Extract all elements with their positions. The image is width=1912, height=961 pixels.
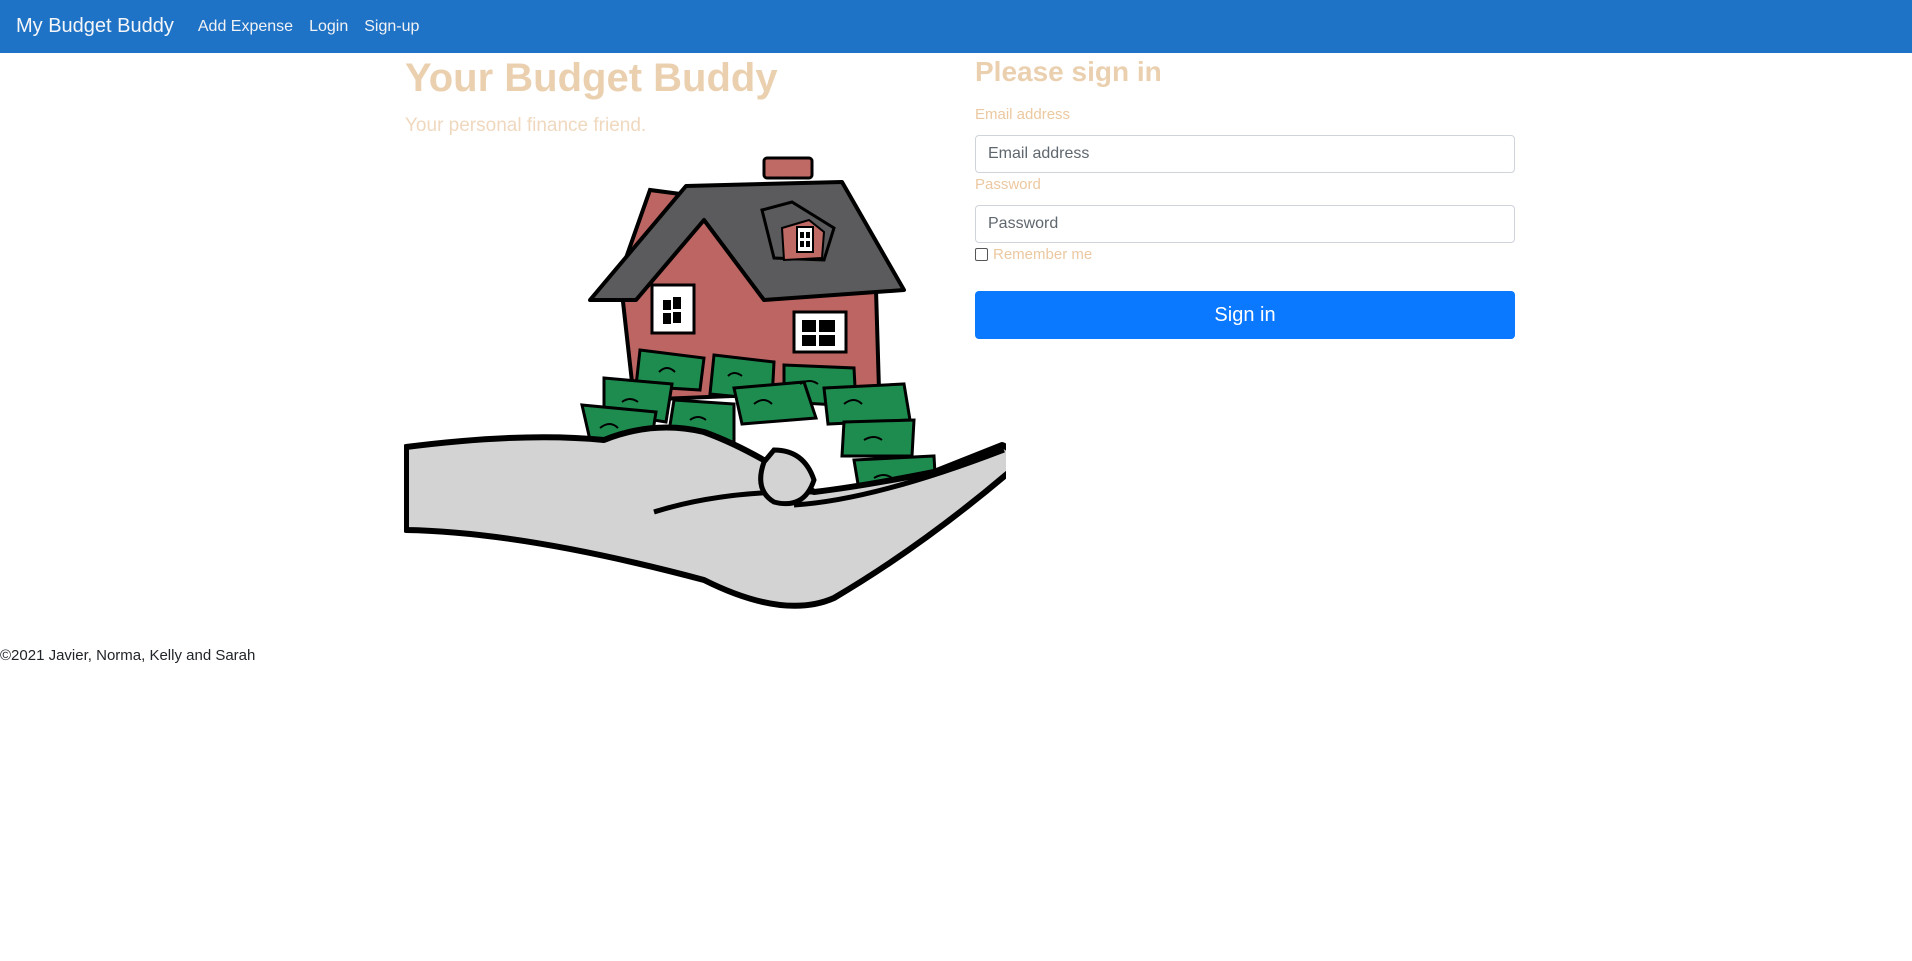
- password-label: Password: [975, 176, 1041, 193]
- brand-link[interactable]: My Budget Buddy: [16, 15, 174, 38]
- nav-link-sign-up[interactable]: Sign-up: [364, 18, 419, 36]
- footer-copyright: ©2021 Javier, Norma, Kelly and Sarah: [0, 647, 256, 664]
- remember-me-checkbox[interactable]: [975, 248, 988, 261]
- navbar: My Budget Buddy Add Expense Login Sign-u…: [0, 0, 1912, 53]
- nav-link-login[interactable]: Login: [309, 18, 348, 36]
- email-field[interactable]: [975, 135, 1515, 173]
- nav-link-add-expense[interactable]: Add Expense: [198, 18, 293, 36]
- hero-subtitle: Your personal finance friend.: [405, 115, 647, 136]
- signin-title: Please sign in: [975, 56, 1162, 87]
- password-field[interactable]: [975, 205, 1515, 243]
- remember-me-label[interactable]: Remember me: [993, 246, 1092, 263]
- hero-title: Your Budget Buddy: [405, 56, 778, 100]
- email-label: Email address: [975, 106, 1071, 123]
- sign-in-button[interactable]: Sign in: [975, 291, 1515, 339]
- remember-me-row: Remember me: [975, 246, 1092, 263]
- hand-holding-house-illustration: [404, 156, 1006, 609]
